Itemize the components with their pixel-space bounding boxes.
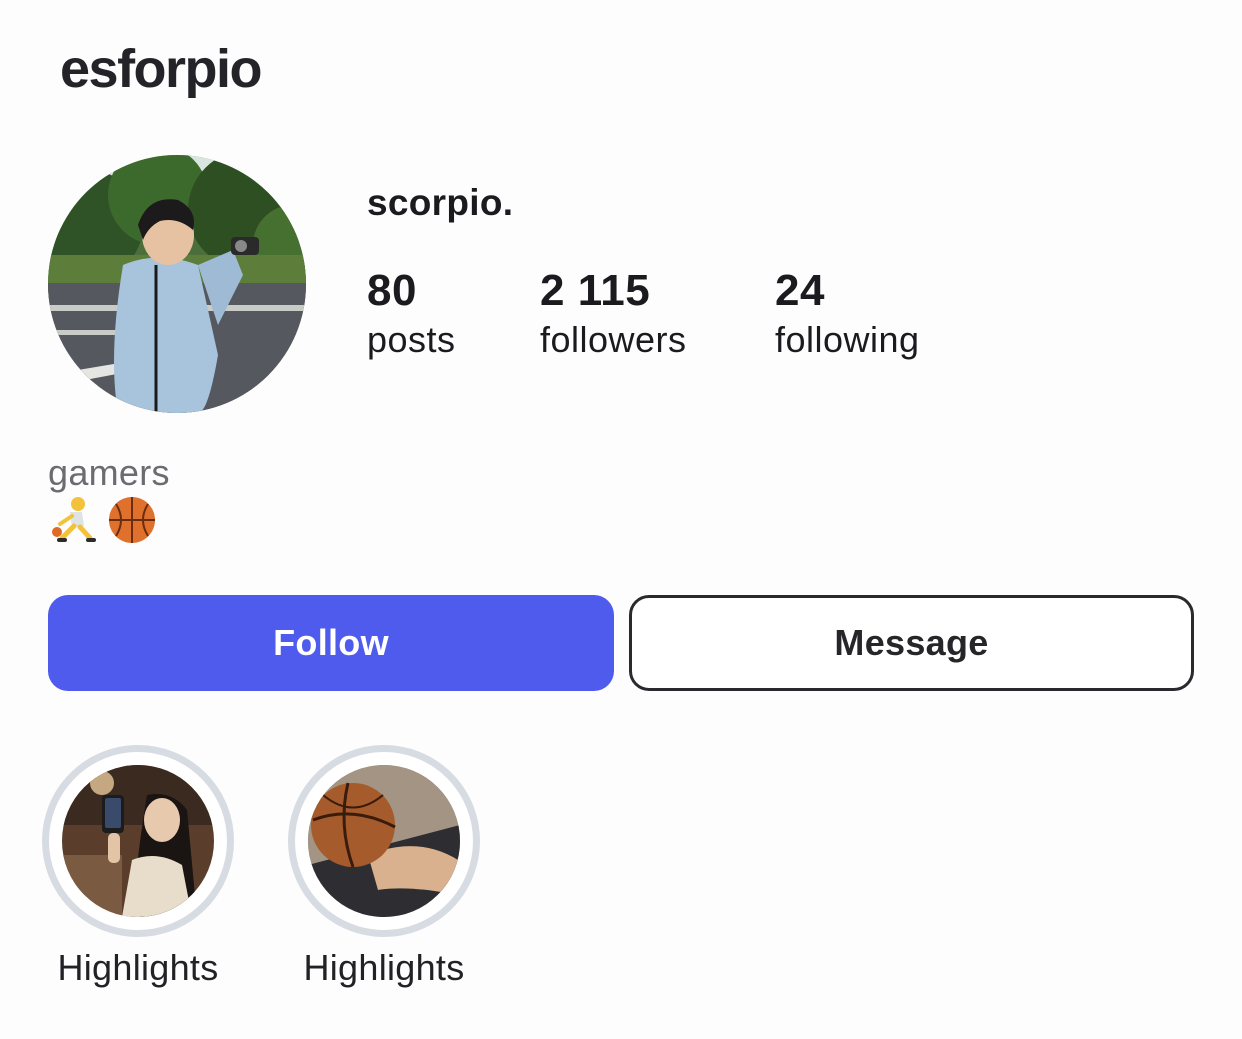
display-name: scorpio. bbox=[367, 182, 514, 223]
stat-posts[interactable]: 80 posts bbox=[367, 268, 456, 366]
stat-following-value: 24 bbox=[775, 266, 825, 315]
avatar[interactable] bbox=[48, 155, 306, 413]
stat-followers[interactable]: 2 115 followers bbox=[540, 268, 687, 366]
person-bouncing-ball-emoji bbox=[48, 494, 100, 546]
stat-following-label: following bbox=[775, 319, 920, 360]
highlight-item[interactable]: Highlights bbox=[42, 745, 234, 989]
highlight-item[interactable]: Highlights bbox=[288, 745, 480, 989]
stat-posts-value: 80 bbox=[367, 266, 417, 315]
basketball-emoji bbox=[106, 494, 158, 546]
avatar-photo bbox=[48, 155, 306, 413]
highlight-ring bbox=[288, 745, 480, 937]
message-button[interactable]: Message bbox=[629, 595, 1194, 691]
stat-followers-value: 2 115 bbox=[540, 266, 651, 315]
follow-button[interactable]: Follow bbox=[48, 595, 614, 691]
highlight-cover bbox=[308, 765, 460, 917]
stat-posts-label: posts bbox=[367, 319, 456, 360]
stat-following[interactable]: 24 following bbox=[775, 268, 920, 366]
highlight-ring bbox=[42, 745, 234, 937]
highlight-cover bbox=[62, 765, 214, 917]
profile-page: esforpio scorpio. 80 posts 2 115 followe… bbox=[0, 0, 1242, 1039]
bio-text: gamers bbox=[48, 452, 170, 493]
profile-username: esforpio bbox=[60, 39, 263, 99]
highlight-label: Highlights bbox=[303, 947, 465, 988]
stat-followers-label: followers bbox=[540, 319, 687, 360]
highlight-label: Highlights bbox=[57, 947, 219, 988]
